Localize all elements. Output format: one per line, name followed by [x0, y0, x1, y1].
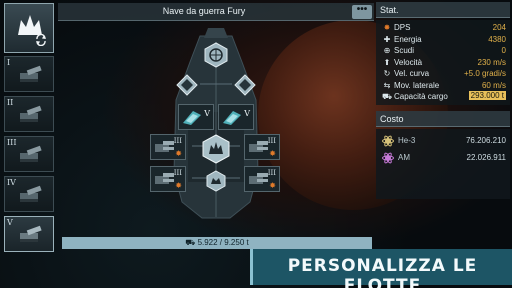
shield-icon: ⊕: [383, 46, 391, 55]
weapon-slot-column: I II III IV V: [3, 2, 55, 258]
cannon-icon: [155, 173, 174, 184]
missile-launcher-icon: [183, 111, 201, 125]
slot-rank-label: III: [267, 137, 276, 145]
slot-number: V: [7, 218, 13, 227]
ship-layout: V V III ✸ III ✸ III ✸ III ✸: [60, 22, 372, 236]
stats-panel: Stat. ✸ DPS 204 ✚ Energia 4380 ⊕ Scudi 0…: [376, 2, 510, 256]
stat-value: +5.0 gradi/s: [463, 69, 506, 78]
cost-value: 22.026.911: [466, 152, 506, 162]
cargo-capacity-bar: ⛟ 5.922 / 9.250 t: [62, 237, 372, 249]
ship-class-button[interactable]: [4, 3, 54, 53]
dps-icon: ✸: [383, 23, 391, 32]
cost-label: AM: [398, 152, 410, 162]
armor-module-left-icon[interactable]: [176, 74, 198, 96]
stat-label: Vel. curva: [394, 69, 430, 78]
slot-rank-label: V: [244, 109, 250, 118]
slot-rank-label: III: [173, 137, 182, 145]
slot-rank-label: III: [267, 169, 276, 177]
am-icon: [382, 152, 394, 163]
weapon-slot-2[interactable]: II: [4, 96, 54, 132]
missile-launcher-icon: [223, 111, 241, 125]
turret-icon: [20, 185, 42, 202]
slot-number: IV: [7, 178, 16, 187]
stat-label: Energia: [394, 34, 422, 44]
slot-number: II: [7, 98, 14, 107]
cannon-icon: [249, 141, 268, 152]
slot-number: I: [7, 58, 11, 67]
stat-row-energy: ✚ Energia 4380: [376, 34, 510, 46]
weapon-slot-iii-right-top[interactable]: III ✸: [244, 134, 280, 160]
stat-value: 293.000 t: [468, 91, 506, 100]
turret-icon: [20, 65, 42, 82]
cargo-capacity-text: ⛟ 5.922 / 9.250 t: [185, 238, 249, 247]
weapon-slot-4[interactable]: IV: [4, 176, 54, 212]
stat-value: 60 m/s: [481, 80, 506, 90]
promo-banner-text: PERSONALIZZA LE FLOTTE: [287, 256, 478, 288]
weapon-slot-iii-left-bottom[interactable]: III ✸: [150, 166, 186, 192]
slot-number: III: [7, 138, 17, 147]
warship-icon: [18, 15, 42, 35]
stat-label: DPS: [394, 23, 411, 32]
speed-icon: ⬆: [383, 57, 391, 67]
weapon-slot-v-left[interactable]: V: [178, 104, 214, 130]
he3-icon: [382, 135, 394, 146]
upgrade-star-icon: ✸: [175, 181, 182, 190]
stat-value: 204: [492, 23, 506, 32]
turn-icon: ↻: [383, 69, 391, 78]
ship-title-bar: Nave da guerra Fury •••: [58, 3, 374, 21]
stat-label: Scudi: [394, 46, 415, 55]
cannon-icon: [249, 173, 268, 184]
stats-list: ✸ DPS 204 ✚ Energia 4380 ⊕ Scudi 0 ⬆ Vel…: [376, 20, 510, 105]
stat-label: Capacità cargo: [394, 92, 448, 101]
weapon-slot-iii-right-bottom[interactable]: III ✸: [244, 166, 280, 192]
stat-label: Velocità: [394, 57, 423, 67]
weapon-slot-3[interactable]: III: [4, 136, 54, 172]
strafe-icon: ⇆: [383, 80, 391, 90]
stat-value: 230 m/s: [477, 57, 506, 67]
stat-row-dps: ✸ DPS 204: [376, 22, 510, 34]
stat-value: 4380: [488, 34, 506, 44]
engine-module-icon[interactable]: [206, 170, 226, 192]
stats-header: Stat.: [376, 2, 510, 18]
turret-icon: [20, 225, 42, 242]
shield-module-icon[interactable]: [204, 42, 228, 68]
ship-name: Nave da guerra Fury: [162, 6, 246, 16]
armor-module-right-icon[interactable]: [234, 74, 256, 96]
weapon-slot-iii-left-top[interactable]: III ✸: [150, 134, 186, 160]
slot-rank-label: III: [173, 169, 182, 177]
upgrade-star-icon: ✸: [269, 149, 276, 158]
cost-header: Costo: [376, 110, 510, 127]
stat-row-cargo: ⛟ Capacità cargo 293.000 t: [376, 91, 510, 103]
upgrade-star-icon: ✸: [269, 181, 276, 190]
weapon-slot-1[interactable]: I: [4, 56, 54, 92]
cost-row-am: AM 22.026.911: [376, 151, 510, 165]
promo-banner: PERSONALIZZA LE FLOTTE: [250, 249, 512, 288]
stat-label: Mov. laterale: [394, 80, 440, 90]
stat-row-speed: ⬆ Velocità 230 m/s: [376, 57, 510, 69]
cargo-icon: ⛟: [185, 238, 198, 247]
cost-row-he3: He-3 76.206.210: [376, 134, 510, 148]
stat-row-strafe: ⇆ Mov. laterale 60 m/s: [376, 80, 510, 92]
cargo-icon: ⛟: [382, 92, 393, 101]
weapon-slot-v-right[interactable]: V: [218, 104, 254, 130]
cost-label: He-3: [398, 135, 416, 145]
reactor-module-icon[interactable]: [202, 134, 230, 164]
more-options-button[interactable]: •••: [352, 5, 372, 19]
slot-rank-label: V: [204, 109, 210, 118]
energy-icon: ✚: [383, 34, 391, 44]
stat-row-turn: ↻ Vel. curva +5.0 gradi/s: [376, 68, 510, 80]
swap-icon: [36, 34, 46, 46]
weapon-slot-5[interactable]: V: [4, 216, 54, 252]
cannon-icon: [155, 141, 174, 152]
cost-list: He-3 76.206.210 AM 22.026.911: [376, 128, 510, 199]
turret-icon: [20, 105, 42, 122]
stat-row-shields: ⊕ Scudi 0: [376, 45, 510, 57]
upgrade-star-icon: ✸: [175, 149, 182, 158]
cost-value: 76.206.210: [465, 135, 506, 145]
turret-icon: [20, 145, 42, 162]
stat-value: 0: [501, 46, 506, 55]
